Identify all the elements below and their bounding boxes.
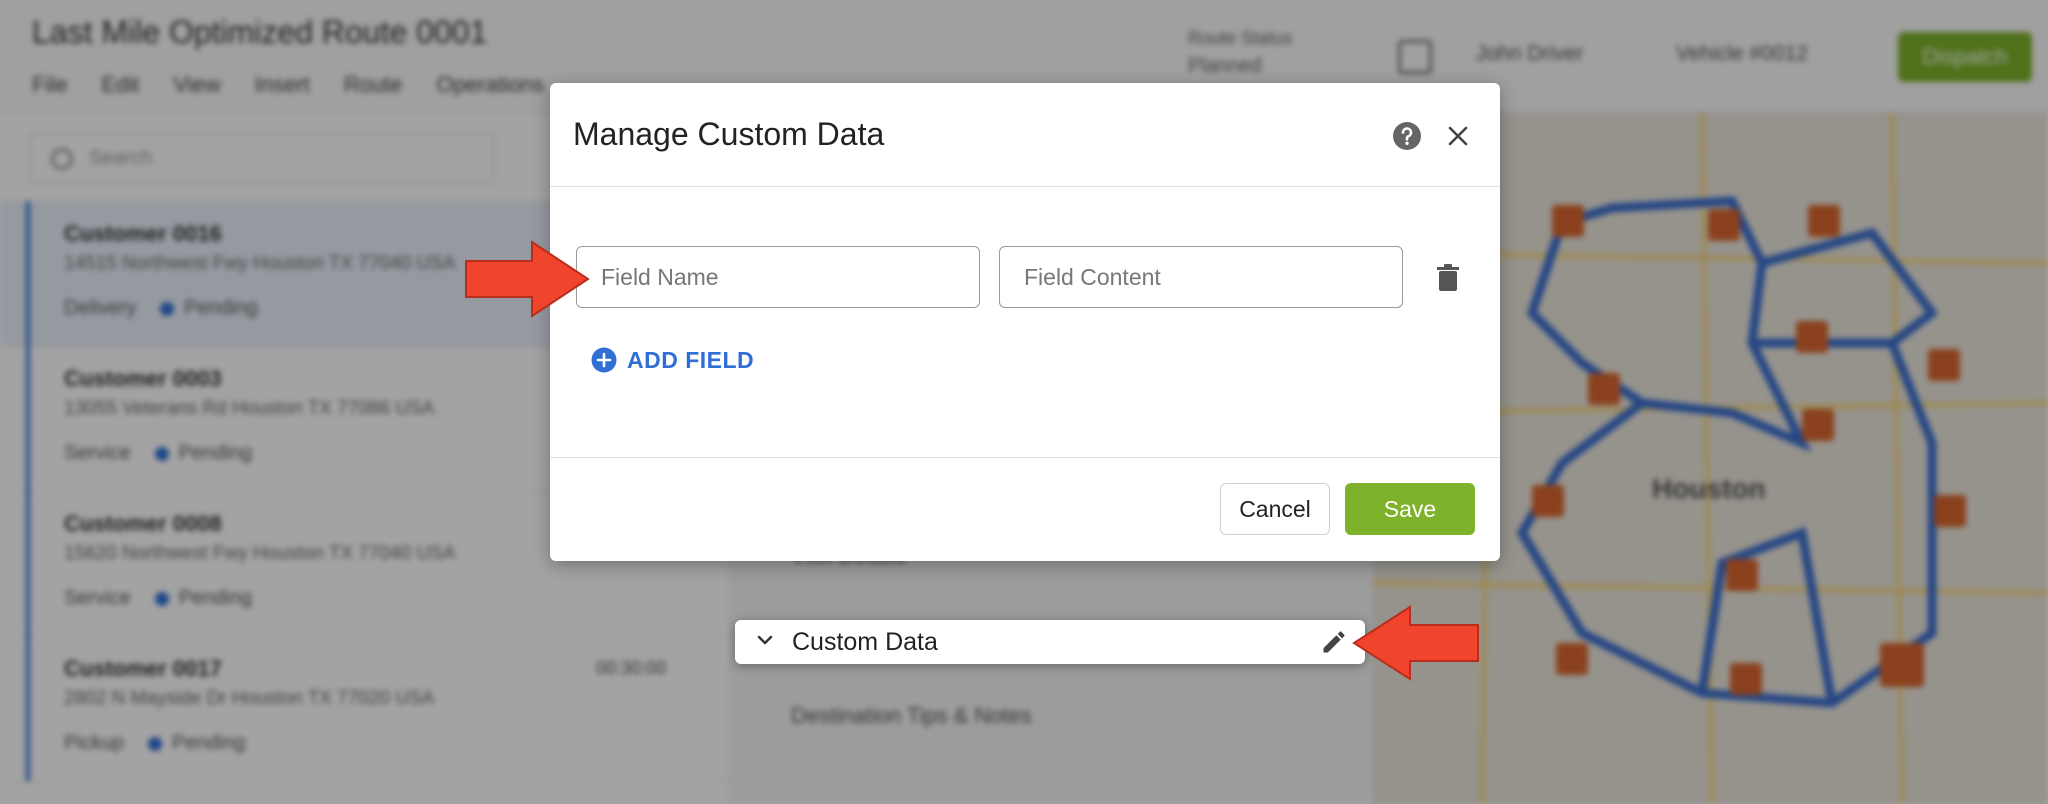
- annotation-arrow-right-icon: [465, 240, 590, 318]
- plus-circle-icon: [591, 347, 617, 373]
- field-name-input[interactable]: [576, 246, 980, 308]
- annotation-arrow-left-icon: [1352, 605, 1479, 681]
- add-field-button[interactable]: ADD FIELD: [591, 345, 754, 375]
- pencil-icon[interactable]: [1320, 628, 1348, 656]
- manage-custom-data-dialog: Manage Custom Data ADD FIELD Cancel Save: [550, 83, 1500, 561]
- save-button[interactable]: Save: [1345, 483, 1475, 535]
- close-icon[interactable]: [1444, 122, 1472, 150]
- dialog-footer-divider: [550, 457, 1500, 458]
- custom-data-section[interactable]: Custom Data: [735, 620, 1365, 664]
- help-icon[interactable]: [1392, 121, 1422, 151]
- chevron-down-icon[interactable]: [753, 628, 777, 652]
- cancel-button[interactable]: Cancel: [1220, 483, 1330, 535]
- custom-data-title: Custom Data: [792, 628, 938, 656]
- dialog-title: Manage Custom Data: [573, 116, 885, 152]
- field-content-input[interactable]: [999, 246, 1403, 308]
- dialog-header: Manage Custom Data: [550, 83, 1500, 187]
- trash-icon[interactable]: [1434, 263, 1462, 293]
- add-field-label: ADD FIELD: [627, 346, 755, 373]
